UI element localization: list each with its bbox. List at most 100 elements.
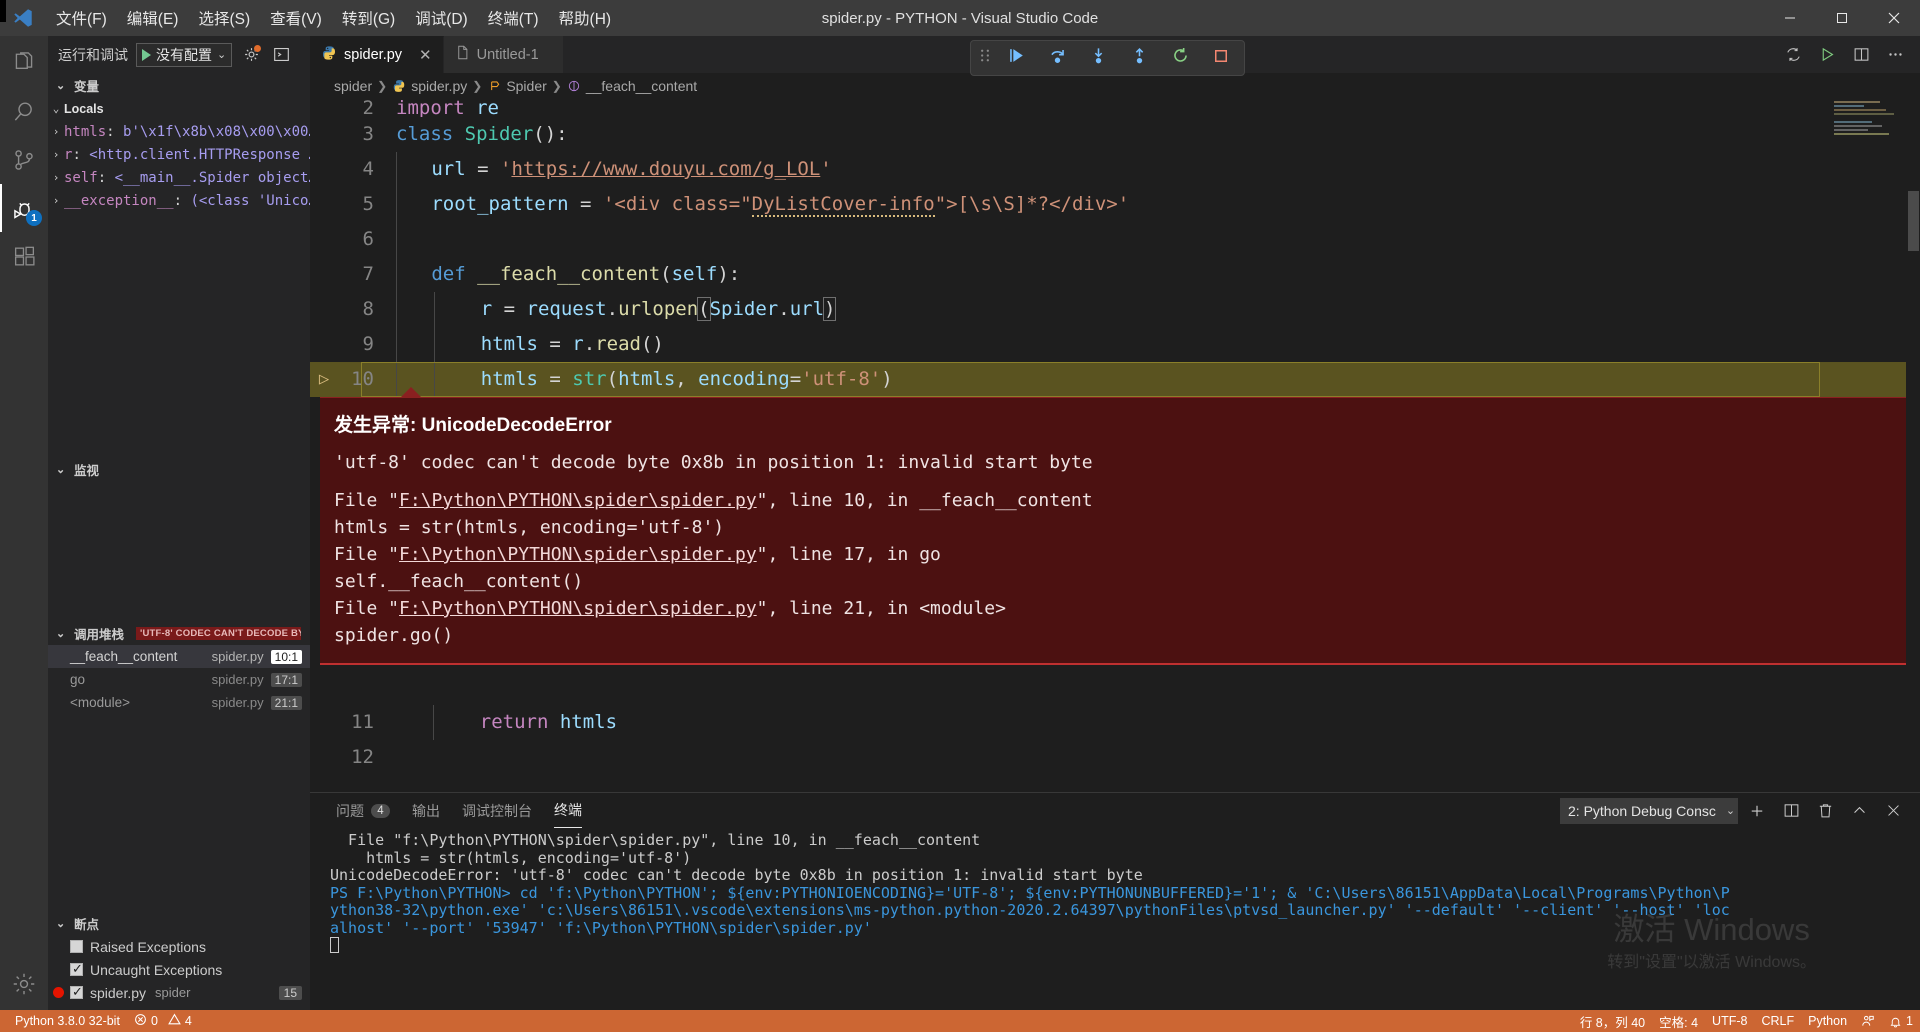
close-button[interactable] bbox=[1868, 0, 1920, 36]
step-out-icon[interactable] bbox=[1124, 46, 1155, 70]
line-text: import re bbox=[396, 99, 499, 117]
traceback-path-link[interactable]: F:\Python\PYTHON\spider\spider.py bbox=[399, 598, 757, 619]
menu-file[interactable]: 文件(F) bbox=[46, 0, 117, 36]
vscode-logo-icon bbox=[0, 7, 46, 29]
run-file-icon[interactable] bbox=[1812, 40, 1842, 70]
split-terminal-icon[interactable] bbox=[1776, 796, 1806, 826]
source-control-icon[interactable] bbox=[0, 136, 48, 184]
callstack-frame[interactable]: __feach__content spider.py 10:1 bbox=[48, 645, 310, 668]
variables-group-locals[interactable]: ⌄ Locals bbox=[48, 97, 310, 120]
extensions-icon[interactable] bbox=[0, 232, 48, 280]
panel-tab-problems[interactable]: 问题 4 bbox=[336, 793, 390, 828]
close-panel-icon[interactable] bbox=[1878, 796, 1908, 826]
chevron-right-icon[interactable]: › bbox=[48, 171, 64, 184]
breakpoint-checkbox[interactable] bbox=[70, 961, 83, 977]
callstack-frame[interactable]: go spider.py 17:1 bbox=[48, 668, 310, 691]
editor-scrollbar[interactable] bbox=[1906, 99, 1920, 792]
callstack-frame[interactable]: <module> spider.py 21:1 bbox=[48, 691, 310, 714]
drag-handle-icon[interactable] bbox=[979, 47, 991, 69]
status-indentation[interactable]: 空格: 4 bbox=[1652, 1010, 1705, 1032]
chevron-right-icon[interactable]: › bbox=[48, 194, 64, 207]
scrollbar-thumb[interactable] bbox=[1908, 191, 1919, 251]
menu-help[interactable]: 帮助(H) bbox=[549, 0, 622, 36]
status-encoding[interactable]: UTF-8 bbox=[1705, 1010, 1754, 1032]
menu-bar: 文件(F) 编辑(E) 选择(S) 查看(V) 转到(G) 调试(D) 终端(T… bbox=[46, 0, 621, 36]
breakpoint-row[interactable]: spider.py spider 15 bbox=[48, 981, 310, 1004]
split-editor-icon[interactable] bbox=[1846, 40, 1876, 70]
terminal-output[interactable]: File "f:\Python\PYTHON\spider\spider.py"… bbox=[310, 828, 1920, 1010]
maximize-button[interactable] bbox=[1816, 0, 1868, 36]
debug-config-select[interactable]: 没有配置 ⌄ bbox=[136, 42, 233, 67]
menu-debug[interactable]: 调试(D) bbox=[405, 0, 478, 36]
status-notifications[interactable]: 1 bbox=[1882, 1010, 1920, 1032]
stop-icon[interactable] bbox=[1206, 47, 1236, 70]
code-line: 12 bbox=[310, 740, 1920, 775]
explorer-icon[interactable] bbox=[0, 40, 48, 88]
minimize-button[interactable] bbox=[1764, 0, 1816, 36]
status-live-share[interactable] bbox=[1854, 1010, 1882, 1032]
continue-icon[interactable] bbox=[1001, 46, 1032, 70]
method-symbol-icon bbox=[567, 78, 581, 94]
breakpoint-row[interactable]: Uncaught Exceptions bbox=[48, 958, 310, 981]
status-eol[interactable]: CRLF bbox=[1754, 1010, 1801, 1032]
start-debug-icon[interactable] bbox=[142, 48, 151, 61]
status-language-mode[interactable]: Python bbox=[1801, 1010, 1854, 1032]
settings-gear-icon[interactable] bbox=[0, 962, 48, 1010]
more-actions-icon[interactable] bbox=[1880, 40, 1910, 70]
menu-edit[interactable]: 编辑(E) bbox=[117, 0, 189, 36]
section-variables[interactable]: ⌄ 变量 bbox=[48, 73, 310, 97]
tab-untitled-1[interactable]: Untitled-1 bbox=[443, 36, 564, 73]
problems-count-badge: 4 bbox=[371, 803, 390, 818]
variable-row[interactable]: › r: <http.client.HTTPResponse … bbox=[48, 143, 310, 166]
menu-selection[interactable]: 选择(S) bbox=[188, 0, 260, 36]
breadcrumb-item-folder[interactable]: spider bbox=[334, 78, 372, 94]
variable-row[interactable]: › __exception__: (<class 'Unico… bbox=[48, 189, 310, 212]
maximize-panel-icon[interactable] bbox=[1844, 796, 1874, 826]
menu-terminal[interactable]: 终端(T) bbox=[478, 0, 549, 36]
status-cursor-position[interactable]: 行 8，列 40 bbox=[1573, 1010, 1652, 1032]
code-line: 4 url = 'https://www.douyu.com/g_LOL' bbox=[310, 152, 1920, 187]
search-icon[interactable] bbox=[0, 88, 48, 136]
kill-terminal-icon[interactable] bbox=[1810, 796, 1840, 826]
variable-row[interactable]: › self: <__main__.Spider object… bbox=[48, 166, 310, 189]
sync-icon[interactable] bbox=[1778, 40, 1808, 70]
traceback-path-link[interactable]: F:\Python\PYTHON\spider\spider.py bbox=[399, 490, 757, 511]
breakpoint-checkbox[interactable] bbox=[70, 984, 83, 1000]
panel-tab-terminal[interactable]: 终端 bbox=[554, 793, 582, 828]
panel-tab-debug-console[interactable]: 调试控制台 bbox=[462, 793, 532, 828]
run-and-debug-icon[interactable]: 1 bbox=[0, 184, 48, 232]
minimap-line bbox=[1834, 121, 1872, 123]
status-bar: Python 3.8.0 32-bit 0 4 行 8，列 40 空格: 4 U… bbox=[0, 0, 1920, 1032]
tab-spider-py[interactable]: spider.py ✕ bbox=[310, 36, 444, 73]
code-editor[interactable]: 2 import re 3 class Spider(): 4 url = 'h… bbox=[310, 99, 1920, 792]
close-icon[interactable]: ✕ bbox=[419, 46, 432, 64]
debug-settings-gear-icon[interactable] bbox=[240, 44, 262, 66]
breadcrumb-item-class[interactable]: Spider bbox=[506, 78, 546, 94]
variable-name: self bbox=[64, 169, 98, 186]
breakpoint-row[interactable]: Raised Exceptions bbox=[48, 935, 310, 958]
step-over-icon[interactable] bbox=[1042, 46, 1073, 70]
section-callstack[interactable]: ⌄ 调用堆栈 'UTF-8' CODEC CAN'T DECODE BYTE 0… bbox=[48, 621, 310, 645]
traceback-path-link[interactable]: F:\Python\PYTHON\spider\spider.py bbox=[399, 544, 757, 565]
minimap[interactable] bbox=[1834, 99, 1906, 792]
menu-view[interactable]: 查看(V) bbox=[260, 0, 332, 36]
status-problems[interactable]: 0 4 bbox=[127, 1010, 199, 1032]
open-debug-console-icon[interactable] bbox=[270, 44, 292, 66]
breadcrumb-item-file[interactable]: spider.py bbox=[411, 78, 467, 94]
menu-go[interactable]: 转到(G) bbox=[332, 0, 405, 36]
breakpoint-checkbox[interactable] bbox=[70, 940, 83, 953]
breadcrumb-item-method[interactable]: __feach__content bbox=[586, 78, 697, 94]
terminal-select[interactable]: 2: Python Debug Consc ⌄ bbox=[1560, 797, 1738, 824]
variable-row[interactable]: › htmls: b'\x1f\x8b\x08\x00\x00… bbox=[48, 120, 310, 143]
variables-tree: ⌄ Locals › htmls: b'\x1f\x8b\x08\x00\x00… bbox=[48, 97, 310, 217]
step-into-icon[interactable] bbox=[1083, 46, 1114, 70]
restart-icon[interactable] bbox=[1165, 46, 1196, 70]
status-python-version[interactable]: Python 3.8.0 32-bit bbox=[8, 1010, 127, 1032]
new-terminal-icon[interactable] bbox=[1742, 796, 1772, 826]
section-breakpoints[interactable]: ⌄ 断点 bbox=[48, 911, 310, 935]
section-watch[interactable]: ⌄ 监视 bbox=[48, 457, 310, 481]
chevron-right-icon[interactable]: › bbox=[48, 148, 64, 161]
debug-toolbar[interactable] bbox=[970, 40, 1246, 76]
chevron-right-icon[interactable]: › bbox=[48, 125, 64, 138]
panel-tab-output[interactable]: 输出 bbox=[412, 793, 440, 828]
